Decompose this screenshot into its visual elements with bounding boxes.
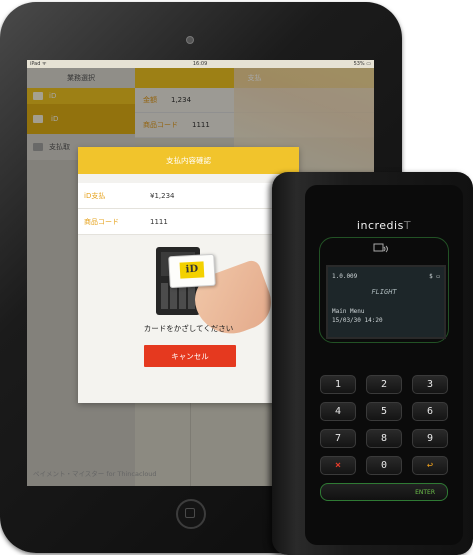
cancel-button[interactable]: キャンセル <box>144 345 236 367</box>
home-button[interactable] <box>176 499 206 529</box>
key-8[interactable]: 8 <box>366 429 402 448</box>
terminal-display: 1.0.009 $ ▭ FLIGHT Main Menu 15/03/30 14… <box>326 265 446 339</box>
key-1[interactable]: 1 <box>320 375 356 394</box>
dialog-key: iD支払 <box>84 191 106 200</box>
id-card-illustration: iD <box>168 253 216 289</box>
back-key[interactable]: ↩ <box>412 456 448 475</box>
firmware-version: 1.0.009 <box>332 273 358 280</box>
payment-confirm-dialog: 支払内容確認 iD支払 ¥1,234 商品コード 1111 iD カードをかざし <box>78 147 299 403</box>
terminal-brand: incredisT <box>305 219 463 232</box>
brand-name: incredis <box>356 219 404 232</box>
enter-key[interactable]: ENTER <box>320 483 448 501</box>
dialog-row-amount: iD支払 ¥1,234 <box>78 183 299 209</box>
dialog-value: ¥1,234 <box>150 191 175 200</box>
dialog-title: 支払内容確認 <box>78 147 299 174</box>
cancel-key[interactable]: × <box>320 456 356 475</box>
carrier-label: iPad ᯤ <box>30 61 47 67</box>
status-indicator: $ ▭ <box>429 273 440 280</box>
dialog-row-product-code: 商品コード 1111 <box>78 209 299 235</box>
dialog-value: 1111 <box>150 217 168 226</box>
key-4[interactable]: 4 <box>320 402 356 421</box>
clock: 16:09 <box>192 61 208 67</box>
dialog-body: iD カードをかざしてください キャンセル <box>78 237 299 403</box>
dialog-key: 商品コード <box>84 217 119 226</box>
key-6[interactable]: 6 <box>412 402 448 421</box>
date-time: 15/03/30 14:20 <box>332 317 383 324</box>
payment-terminal: incredisT 1.0.009 $ ▭ FLIGHT Main Menu 1… <box>272 172 473 555</box>
key-3[interactable]: 3 <box>412 375 448 394</box>
app-footer: ペイメント・マイスター for Thincacloud <box>33 470 157 478</box>
id-logo: iD <box>179 261 205 279</box>
display-logo: FLIGHT <box>371 288 397 296</box>
key-2[interactable]: 2 <box>366 375 402 394</box>
contactless-icon <box>373 243 388 253</box>
key-9[interactable]: 9 <box>412 429 448 448</box>
battery-indicator: 53% ▭ <box>353 61 371 67</box>
brand-suffix: T <box>403 219 412 232</box>
status-bar: iPad ᯤ 16:09 53% ▭ <box>27 60 374 68</box>
key-0[interactable]: 0 <box>366 456 402 475</box>
key-5[interactable]: 5 <box>366 402 402 421</box>
menu-label: Main Menu <box>332 308 365 315</box>
tap-card-instruction: カードをかざしてください <box>143 324 234 333</box>
camera-icon <box>186 36 194 44</box>
key-7[interactable]: 7 <box>320 429 356 448</box>
terminal-face: incredisT 1.0.009 $ ▭ FLIGHT Main Menu 1… <box>305 185 463 545</box>
